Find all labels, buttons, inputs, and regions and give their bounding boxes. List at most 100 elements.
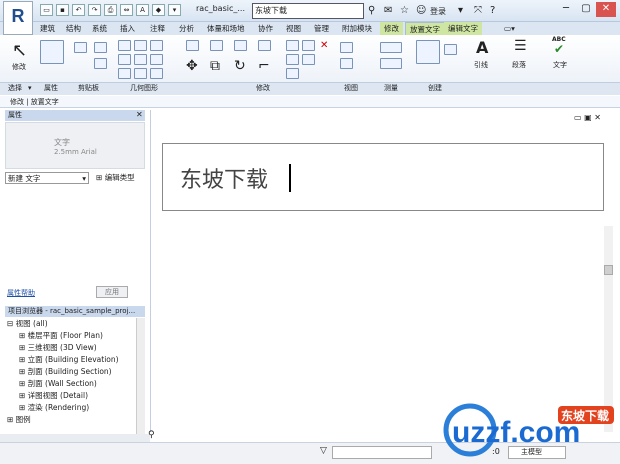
select-dropdown-icon[interactable]: ▾ [28, 82, 32, 95]
panel-clipboard: 剪贴板 [78, 84, 99, 92]
cope-icon[interactable] [118, 40, 131, 51]
tree-item-floor-plan[interactable]: ⊞ 楼层平面 (Floor Plan) [19, 330, 103, 342]
tab-massing-site[interactable]: 体量和场地 [203, 22, 249, 35]
login-button[interactable]: 登录 [430, 6, 446, 17]
tree-label: 三维视图 (3D View) [27, 343, 97, 352]
communication-icon[interactable]: ✉ [384, 5, 392, 17]
split-face-icon[interactable] [118, 54, 131, 65]
dimension-icon[interactable] [380, 58, 402, 69]
copy-icon[interactable] [94, 58, 107, 69]
remove-paint-icon[interactable] [134, 68, 147, 79]
leader-icon[interactable]: A [476, 38, 488, 57]
rotate-icon[interactable]: ↻ [234, 58, 246, 74]
panel-select[interactable]: 选择 [8, 82, 22, 95]
align-icon[interactable] [186, 40, 199, 51]
cut-geometry-icon[interactable] [134, 40, 147, 51]
modify-arrow-icon[interactable]: ↖ [12, 40, 27, 61]
paste-icon[interactable] [74, 42, 87, 53]
help-icon[interactable]: ? [490, 5, 495, 17]
open-icon[interactable]: ▭ [40, 4, 53, 16]
paint-icon[interactable] [134, 54, 147, 65]
split-element-icon[interactable] [286, 40, 299, 51]
watermark-site: 东坡下载 [561, 408, 609, 423]
offset-icon[interactable] [210, 40, 223, 51]
tab-structure[interactable]: 结构 [62, 22, 85, 35]
join-icon[interactable] [150, 40, 163, 51]
tree-item-building-section[interactable]: ⊞ 剖面 (Building Section) [19, 366, 112, 378]
favorites-star-icon[interactable]: ☆ [400, 5, 409, 17]
print-icon[interactable]: ⎙ [104, 4, 117, 16]
copy-element-icon[interactable]: ⧉ [210, 58, 220, 74]
tab-architecture[interactable]: 建筑 [36, 22, 59, 35]
undo-icon[interactable]: ↶ [72, 4, 85, 16]
create-parts-icon[interactable] [416, 40, 440, 64]
properties-help-link[interactable]: 属性帮助 [7, 288, 35, 298]
maximize-icon[interactable]: ▢ [576, 2, 596, 17]
exchange-icon[interactable]: ⤧ [474, 5, 482, 17]
wall-joins-icon[interactable] [118, 68, 131, 79]
close-properties-icon[interactable]: ✕ [136, 110, 143, 119]
override-graphics-icon[interactable] [340, 58, 353, 69]
tab-view[interactable]: 视图 [282, 22, 305, 35]
tree-item-detail[interactable]: ⊞ 详图视图 (Detail) [19, 390, 88, 402]
customize-qat-icon[interactable]: ▾ [168, 4, 181, 16]
tab-analyze[interactable]: 分析 [175, 22, 198, 35]
demolish-icon[interactable] [150, 54, 163, 65]
filter-icon[interactable]: ▽ [320, 446, 327, 456]
tree-item-rendering[interactable]: ⊞ 渲染 (Rendering) [19, 402, 89, 414]
tree-item-legend[interactable]: ⊞ 图例 [7, 414, 31, 426]
worksharing-icon[interactable]: ⚲ [148, 430, 155, 440]
measure-icon[interactable]: ⇔ [120, 4, 133, 16]
pin-icon[interactable] [302, 40, 315, 51]
tree-item-views[interactable]: ⊟ 视图 (all) [7, 318, 48, 330]
trim-extend-icon[interactable]: ⌐ [258, 58, 270, 74]
redo-icon[interactable]: ↷ [88, 4, 101, 16]
text-edit-box[interactable]: 东坡下载 [162, 143, 604, 211]
ribbon-toggle-icon[interactable]: ▭▾ [500, 22, 519, 35]
mirror-draw-axis-icon[interactable] [258, 40, 271, 51]
edit-type-button[interactable]: ⊞ 编辑类型 [96, 172, 135, 183]
cut-icon[interactable] [94, 42, 107, 53]
tab-systems[interactable]: 系统 [88, 22, 111, 35]
view-window-controls[interactable]: ▭ ▣ ✕ [574, 113, 601, 122]
scrollbar-thumb[interactable] [604, 265, 613, 275]
new-type-select[interactable]: 新建 文字 ▾ [5, 172, 89, 184]
tag-icon[interactable]: A [136, 4, 149, 16]
tree-item-3d-view[interactable]: ⊞ 三维视图 (3D View) [19, 342, 97, 354]
unjoin-icon[interactable] [150, 68, 163, 79]
tab-collaborate[interactable]: 协作 [254, 22, 277, 35]
check-icon[interactable]: ✔ [554, 42, 564, 56]
move-icon[interactable]: ✥ [186, 58, 198, 74]
tab-modify[interactable]: 修改 [380, 22, 403, 35]
user-icon[interactable]: ☺ [416, 5, 426, 17]
create-group-icon[interactable] [444, 44, 457, 55]
dropdown-icon[interactable]: ▾ [458, 5, 463, 17]
project-browser-scrollbar[interactable] [136, 318, 145, 434]
paragraph-icon[interactable]: ☰ [514, 38, 527, 54]
tab-addins[interactable]: 附加模块 [338, 22, 376, 35]
tab-annotate[interactable]: 注释 [146, 22, 169, 35]
delete-icon[interactable]: ✕ [320, 40, 328, 51]
array-icon[interactable] [286, 54, 299, 65]
tab-manage[interactable]: 管理 [310, 22, 333, 35]
save-icon[interactable]: ▪ [56, 4, 69, 16]
tree-item-wall-section[interactable]: ⊞ 剖面 (Wall Section) [19, 378, 97, 390]
scale-icon[interactable] [302, 54, 315, 65]
search-input[interactable]: 东坡下载 [252, 3, 364, 19]
3d-view-icon[interactable]: ◆ [152, 4, 165, 16]
measure-distance-icon[interactable] [380, 42, 402, 53]
application-menu-button[interactable]: R [3, 1, 33, 35]
hide-icon[interactable] [340, 42, 353, 53]
properties-icon[interactable] [40, 40, 64, 64]
tab-edit-text[interactable]: 编辑文字 [444, 22, 482, 35]
close-icon[interactable]: ✕ [596, 2, 616, 17]
binoculars-icon[interactable]: ⚲ [368, 5, 375, 17]
tab-place-text[interactable]: 放置文字 [405, 22, 445, 35]
tree-item-elevation[interactable]: ⊞ 立面 (Building Elevation) [19, 354, 119, 366]
unpin-icon[interactable] [286, 68, 299, 79]
apply-button[interactable]: 应用 [96, 286, 128, 298]
mirror-pick-axis-icon[interactable] [234, 40, 247, 51]
tab-insert[interactable]: 插入 [116, 22, 139, 35]
type-selector-preview[interactable]: 文字 2.5mm Arial [5, 122, 145, 169]
minimize-icon[interactable]: ─ [556, 2, 576, 17]
